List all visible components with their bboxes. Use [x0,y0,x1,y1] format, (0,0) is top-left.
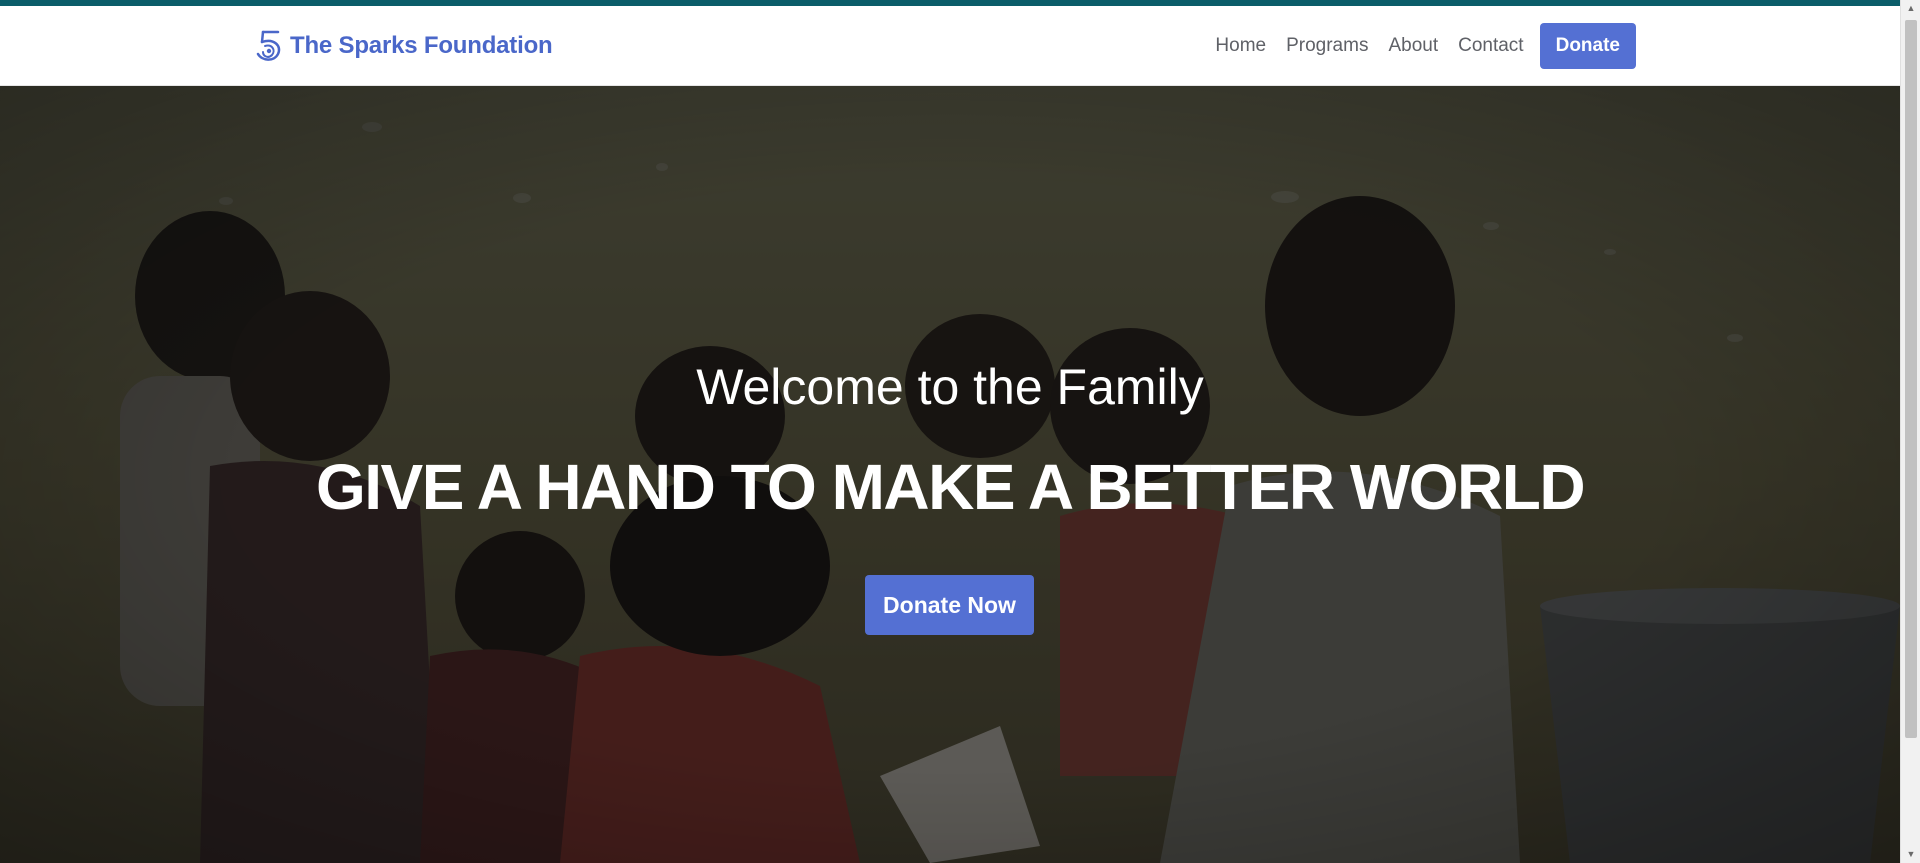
nav-home-link[interactable]: Home [1205,35,1276,57]
navbar: The Sparks Foundation Home Programs Abou… [0,6,1900,86]
page-scrollbar[interactable]: ▲ ▼ [1900,0,1920,863]
scrollbar-thumb[interactable] [1905,20,1917,738]
scroll-down-arrow-icon[interactable]: ▼ [1901,846,1920,863]
hero-welcome-text: Welcome to the Family [696,359,1204,415]
scroll-up-arrow-icon[interactable]: ▲ [1901,0,1920,17]
hero-section: Welcome to the Family GIVE A HAND TO MAK… [0,86,1900,863]
donate-now-button[interactable]: Donate Now [865,575,1034,635]
hero-content: Welcome to the Family GIVE A HAND TO MAK… [0,86,1900,863]
nav-programs-link[interactable]: Programs [1276,35,1378,57]
hero-headline: GIVE A HAND TO MAKE A BETTER WORLD [315,451,1586,523]
nav-about-link[interactable]: About [1378,35,1448,57]
sparks-logo-icon [256,30,281,61]
nav-donate-button[interactable]: Donate [1539,23,1636,69]
nav-contact-link[interactable]: Contact [1448,35,1533,57]
main-nav: Home Programs About Contact Donate [1205,22,1636,70]
brand-name: The Sparks Foundation [290,32,553,59]
brand-link[interactable]: The Sparks Foundation [254,26,553,66]
